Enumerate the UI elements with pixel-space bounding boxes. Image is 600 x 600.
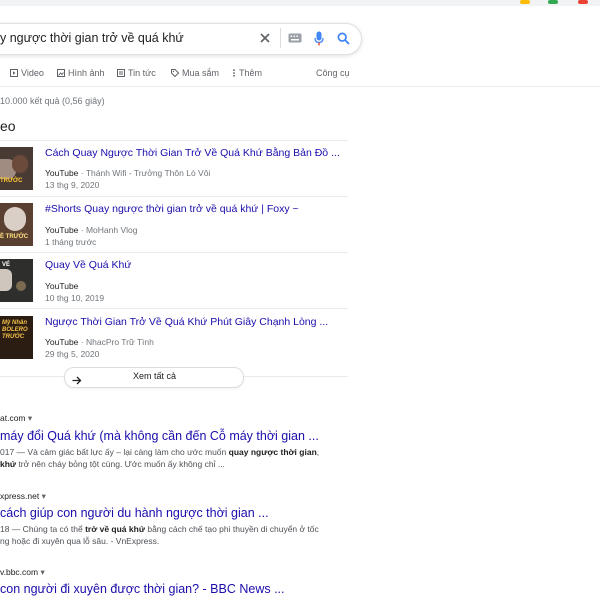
image-icon	[57, 69, 65, 77]
result-url[interactable]: xpress.net ▾	[0, 491, 46, 502]
thumbnail-text: VÉ	[2, 262, 11, 268]
video-source: YouTube · MoHanh Vlog	[45, 225, 138, 235]
keyboard-icon[interactable]	[286, 29, 304, 47]
video-title[interactable]: Quay Về Quá Khứ	[45, 259, 131, 271]
thumbnail-text: Ề TRƯỚC	[0, 234, 29, 240]
video-thumbnail[interactable]: Ề TRƯỚC	[0, 203, 33, 246]
tab-shopping[interactable]: Mua sắm	[171, 68, 219, 78]
result-title[interactable]: máy đổi Quá khứ (mà không cần đến Cỗ máy…	[0, 429, 319, 443]
result-snippet: ng hoặc đi xuyên qua lỗ sâu. - VnExpress…	[0, 536, 160, 546]
video-date: 1 tháng trước	[45, 237, 97, 247]
divider	[0, 196, 348, 197]
tab-video[interactable]: Video	[10, 68, 44, 78]
video-source: YouTube · NhacPro Trữ Tình	[45, 337, 154, 347]
result-snippet: 18 — Chúng ta có thể trở về quá khứ bằng…	[0, 524, 319, 534]
more-vert-icon	[233, 69, 235, 77]
tab-news[interactable]: Tin tức	[117, 68, 156, 78]
tab-label: Video	[21, 68, 44, 78]
video-thumbnail[interactable]: VÉ	[0, 259, 33, 302]
video-title[interactable]: Ngược Thời Gian Trở Về Quá Khứ Phút Giây…	[45, 316, 328, 328]
result-title[interactable]: cách giúp con người du hành ngược thời g…	[0, 506, 269, 520]
top-strip-dot	[578, 0, 588, 4]
tab-label: Thêm	[239, 68, 263, 78]
tag-icon	[171, 69, 179, 77]
result-stats: 10.000 kết quả (0,56 giây)	[0, 96, 105, 106]
tabs-divider	[0, 86, 600, 87]
divider	[0, 308, 348, 309]
video-thumbnail[interactable]: Mỹ Nhân BOLERO TRƯỚC	[0, 316, 33, 359]
video-source: YouTube	[45, 281, 79, 291]
result-snippet: 017 — Và cảm giác bất lực ấy – lại càng …	[0, 447, 320, 457]
video-icon	[10, 69, 18, 77]
divider	[0, 140, 348, 141]
top-strip-dot	[520, 0, 530, 4]
tab-label: Hình ảnh	[68, 68, 105, 78]
news-icon	[117, 69, 125, 77]
video-section-header: eo	[0, 118, 16, 134]
tab-images[interactable]: Hình ảnh	[57, 68, 105, 78]
tab-more[interactable]: Thêm	[232, 68, 262, 78]
top-strip-dot	[548, 0, 558, 4]
tools-button[interactable]: Công cụ	[316, 68, 350, 78]
thumbnail-text: TRƯỚC	[0, 178, 23, 184]
video-title[interactable]: #Shorts Quay ngược thời gian trở về quá …	[45, 203, 299, 215]
result-title[interactable]: con người đi xuyên được thời gian? - BBC…	[0, 582, 285, 596]
video-date: 13 thg 9, 2020	[45, 180, 100, 190]
clear-icon[interactable]	[256, 29, 274, 47]
video-date: 10 thg 10, 2019	[45, 293, 105, 303]
tab-label: Tin tức	[128, 68, 156, 78]
video-thumbnail[interactable]: TRƯỚC	[0, 147, 33, 190]
tab-label: Công cụ	[316, 68, 350, 78]
result-url[interactable]: v.bbc.com ▾	[0, 567, 45, 578]
video-source: YouTube · Thánh Wifi - Trưởng Thôn Lò Vô…	[45, 168, 211, 178]
result-snippet: khứ trở nên cháy bỏng tột cùng. Ước muốn…	[0, 459, 225, 469]
thumbnail-text: Mỹ Nhân BOLERO TRƯỚC	[2, 320, 28, 340]
see-all-label: Xem tất cả	[133, 371, 177, 381]
search-icon[interactable]	[334, 29, 352, 47]
search-input[interactable]: y ngược thời gian trở về quá khứ	[0, 31, 184, 45]
tab-label: Mua sắm	[182, 68, 220, 78]
search-separator	[280, 28, 281, 48]
video-date: 29 thg 5, 2020	[45, 349, 100, 359]
microphone-icon[interactable]	[310, 29, 328, 47]
result-url[interactable]: at.com ▾	[0, 413, 32, 424]
divider	[0, 252, 348, 253]
video-title[interactable]: Cách Quay Ngược Thời Gian Trở Về Quá Khứ…	[45, 147, 340, 159]
arrow-right-icon	[72, 372, 82, 390]
browser-top-strip	[0, 0, 600, 6]
